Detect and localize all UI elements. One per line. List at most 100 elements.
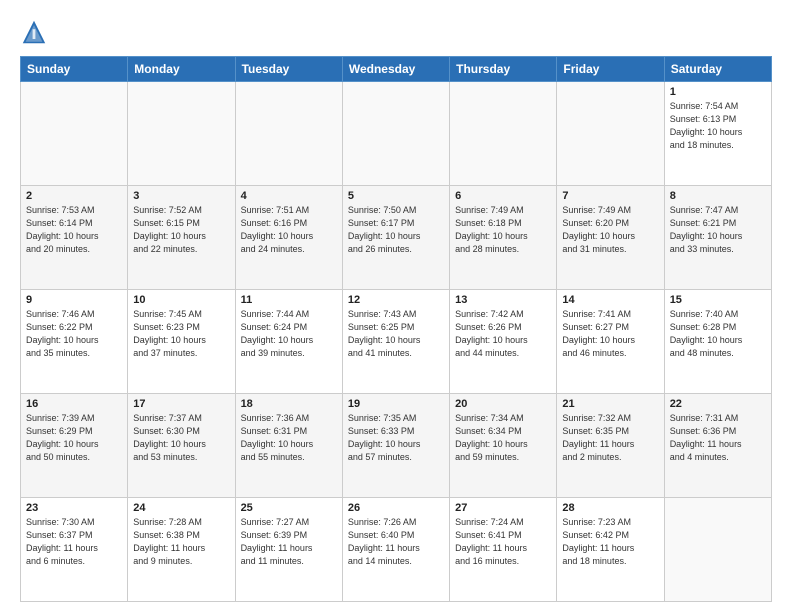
day-info: Sunrise: 7:26 AM Sunset: 6:40 PM Dayligh… xyxy=(348,516,444,568)
calendar-cell: 9 Sunrise: 7:46 AM Sunset: 6:22 PM Daylig… xyxy=(21,290,128,394)
day-number: 20 xyxy=(455,398,551,410)
col-header-saturday: Saturday xyxy=(664,57,771,82)
calendar-cell: 17 Sunrise: 7:37 AM Sunset: 6:30 PM Dayli… xyxy=(128,394,235,498)
col-header-tuesday: Tuesday xyxy=(235,57,342,82)
calendar-cell: 28 Sunrise: 7:23 AM Sunset: 6:42 PM Dayli… xyxy=(557,498,664,602)
day-number: 13 xyxy=(455,294,551,306)
calendar-cell xyxy=(128,82,235,186)
day-info: Sunrise: 7:42 AM Sunset: 6:26 PM Dayligh… xyxy=(455,308,551,360)
calendar-cell xyxy=(21,82,128,186)
col-header-sunday: Sunday xyxy=(21,57,128,82)
day-info: Sunrise: 7:36 AM Sunset: 6:31 PM Dayligh… xyxy=(241,412,337,464)
day-info: Sunrise: 7:44 AM Sunset: 6:24 PM Dayligh… xyxy=(241,308,337,360)
day-info: Sunrise: 7:45 AM Sunset: 6:23 PM Dayligh… xyxy=(133,308,229,360)
day-info: Sunrise: 7:24 AM Sunset: 6:41 PM Dayligh… xyxy=(455,516,551,568)
calendar-cell: 27Sunrise: 7:24 AM Sunset: 6:41 PM Dayli… xyxy=(450,498,557,602)
day-number: 5 xyxy=(348,190,444,202)
day-number: 26 xyxy=(348,502,444,514)
calendar-cell: 13 Sunrise: 7:42 AM Sunset: 6:26 PM Dayli… xyxy=(450,290,557,394)
calendar-cell: 6 Sunrise: 7:49 AM Sunset: 6:18 PM Daylig… xyxy=(450,186,557,290)
calendar-week-2: 9 Sunrise: 7:46 AM Sunset: 6:22 PM Daylig… xyxy=(21,290,772,394)
day-number: 25 xyxy=(241,502,337,514)
col-header-friday: Friday xyxy=(557,57,664,82)
calendar-cell: 18 Sunrise: 7:36 AM Sunset: 6:31 PM Dayli… xyxy=(235,394,342,498)
day-number: 3 xyxy=(133,190,229,202)
day-info: Sunrise: 7:49 AM Sunset: 6:18 PM Dayligh… xyxy=(455,204,551,256)
calendar-week-1: 2 Sunrise: 7:53 AM Sunset: 6:14 PM Daylig… xyxy=(21,186,772,290)
day-info: Sunrise: 7:23 AM Sunset: 6:42 PM Dayligh… xyxy=(562,516,658,568)
day-info: Sunrise: 7:50 AM Sunset: 6:17 PM Dayligh… xyxy=(348,204,444,256)
calendar-cell: 2 Sunrise: 7:53 AM Sunset: 6:14 PM Daylig… xyxy=(21,186,128,290)
col-header-wednesday: Wednesday xyxy=(342,57,449,82)
calendar-cell: 24 Sunrise: 7:28 AM Sunset: 6:38 PM Dayli… xyxy=(128,498,235,602)
day-info: Sunrise: 7:54 AM Sunset: 6:13 PM Dayligh… xyxy=(670,100,766,152)
day-info: Sunrise: 7:52 AM Sunset: 6:15 PM Dayligh… xyxy=(133,204,229,256)
calendar-cell xyxy=(664,498,771,602)
header xyxy=(20,18,772,46)
calendar-cell: 16 Sunrise: 7:39 AM Sunset: 6:29 PM Dayli… xyxy=(21,394,128,498)
day-info: Sunrise: 7:35 AM Sunset: 6:33 PM Dayligh… xyxy=(348,412,444,464)
day-number: 12 xyxy=(348,294,444,306)
col-header-thursday: Thursday xyxy=(450,57,557,82)
calendar-cell: 20 Sunrise: 7:34 AM Sunset: 6:34 PM Dayli… xyxy=(450,394,557,498)
day-number: 22 xyxy=(670,398,766,410)
calendar-cell: 10Sunrise: 7:45 AM Sunset: 6:23 PM Dayli… xyxy=(128,290,235,394)
calendar-week-4: 23 Sunrise: 7:30 AM Sunset: 6:37 PM Dayli… xyxy=(21,498,772,602)
day-info: Sunrise: 7:34 AM Sunset: 6:34 PM Dayligh… xyxy=(455,412,551,464)
calendar-cell xyxy=(342,82,449,186)
day-info: Sunrise: 7:46 AM Sunset: 6:22 PM Dayligh… xyxy=(26,308,122,360)
calendar-table: SundayMondayTuesdayWednesdayThursdayFrid… xyxy=(20,56,772,602)
calendar-cell: 4 Sunrise: 7:51 AM Sunset: 6:16 PM Daylig… xyxy=(235,186,342,290)
calendar-week-3: 16 Sunrise: 7:39 AM Sunset: 6:29 PM Dayli… xyxy=(21,394,772,498)
day-number: 16 xyxy=(26,398,122,410)
calendar-cell: 21 Sunrise: 7:32 AM Sunset: 6:35 PM Dayli… xyxy=(557,394,664,498)
day-info: Sunrise: 7:41 AM Sunset: 6:27 PM Dayligh… xyxy=(562,308,658,360)
day-number: 9 xyxy=(26,294,122,306)
day-number: 24 xyxy=(133,502,229,514)
calendar-cell: 22 Sunrise: 7:31 AM Sunset: 6:36 PM Dayli… xyxy=(664,394,771,498)
day-number: 14 xyxy=(562,294,658,306)
day-info: Sunrise: 7:30 AM Sunset: 6:37 PM Dayligh… xyxy=(26,516,122,568)
day-number: 8 xyxy=(670,190,766,202)
calendar-cell: 12 Sunrise: 7:43 AM Sunset: 6:25 PM Dayli… xyxy=(342,290,449,394)
day-info: Sunrise: 7:43 AM Sunset: 6:25 PM Dayligh… xyxy=(348,308,444,360)
calendar-cell: 1 Sunrise: 7:54 AM Sunset: 6:13 PM Daylig… xyxy=(664,82,771,186)
calendar-cell xyxy=(235,82,342,186)
logo-icon xyxy=(20,18,48,46)
day-number: 4 xyxy=(241,190,337,202)
calendar-cell: 7 Sunrise: 7:49 AM Sunset: 6:20 PM Daylig… xyxy=(557,186,664,290)
day-info: Sunrise: 7:39 AM Sunset: 6:29 PM Dayligh… xyxy=(26,412,122,464)
logo xyxy=(20,18,52,46)
day-info: Sunrise: 7:47 AM Sunset: 6:21 PM Dayligh… xyxy=(670,204,766,256)
col-header-monday: Monday xyxy=(128,57,235,82)
day-info: Sunrise: 7:49 AM Sunset: 6:20 PM Dayligh… xyxy=(562,204,658,256)
calendar-cell: 14 Sunrise: 7:41 AM Sunset: 6:27 PM Dayli… xyxy=(557,290,664,394)
day-number: 7 xyxy=(562,190,658,202)
day-number: 6 xyxy=(455,190,551,202)
day-number: 28 xyxy=(562,502,658,514)
calendar-cell xyxy=(450,82,557,186)
calendar-cell: 5 Sunrise: 7:50 AM Sunset: 6:17 PM Daylig… xyxy=(342,186,449,290)
day-number: 17 xyxy=(133,398,229,410)
day-number: 15 xyxy=(670,294,766,306)
day-number: 21 xyxy=(562,398,658,410)
day-number: 18 xyxy=(241,398,337,410)
calendar-week-0: 1 Sunrise: 7:54 AM Sunset: 6:13 PM Daylig… xyxy=(21,82,772,186)
day-number: 1 xyxy=(670,86,766,98)
day-info: Sunrise: 7:53 AM Sunset: 6:14 PM Dayligh… xyxy=(26,204,122,256)
day-info: Sunrise: 7:28 AM Sunset: 6:38 PM Dayligh… xyxy=(133,516,229,568)
day-info: Sunrise: 7:31 AM Sunset: 6:36 PM Dayligh… xyxy=(670,412,766,464)
day-number: 23 xyxy=(26,502,122,514)
calendar-cell xyxy=(557,82,664,186)
calendar-cell: 25Sunrise: 7:27 AM Sunset: 6:39 PM Dayli… xyxy=(235,498,342,602)
day-number: 2 xyxy=(26,190,122,202)
calendar-header-row: SundayMondayTuesdayWednesdayThursdayFrid… xyxy=(21,57,772,82)
day-number: 19 xyxy=(348,398,444,410)
calendar-cell: 19 Sunrise: 7:35 AM Sunset: 6:33 PM Dayli… xyxy=(342,394,449,498)
day-info: Sunrise: 7:40 AM Sunset: 6:28 PM Dayligh… xyxy=(670,308,766,360)
day-info: Sunrise: 7:51 AM Sunset: 6:16 PM Dayligh… xyxy=(241,204,337,256)
day-info: Sunrise: 7:32 AM Sunset: 6:35 PM Dayligh… xyxy=(562,412,658,464)
day-info: Sunrise: 7:37 AM Sunset: 6:30 PM Dayligh… xyxy=(133,412,229,464)
calendar-cell: 8 Sunrise: 7:47 AM Sunset: 6:21 PM Daylig… xyxy=(664,186,771,290)
calendar-cell: 3 Sunrise: 7:52 AM Sunset: 6:15 PM Daylig… xyxy=(128,186,235,290)
